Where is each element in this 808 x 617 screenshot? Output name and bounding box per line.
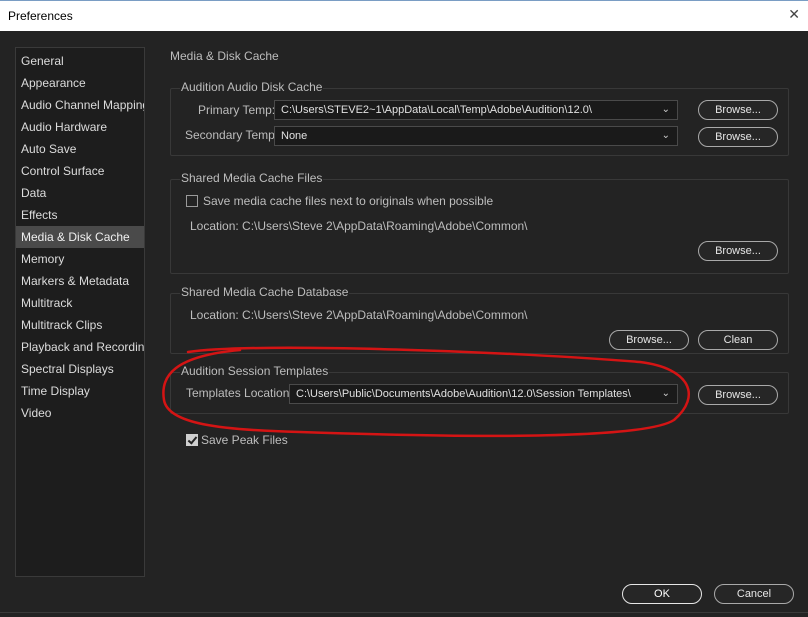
sidebar-item-general[interactable]: General bbox=[16, 50, 144, 72]
sidebar-item-effects[interactable]: Effects bbox=[16, 204, 144, 226]
sidebar-item-spectral-displays[interactable]: Spectral Displays bbox=[16, 358, 144, 380]
sidebar-item-multitrack-clips[interactable]: Multitrack Clips bbox=[16, 314, 144, 336]
sidebar-item-data[interactable]: Data bbox=[16, 182, 144, 204]
sidebar-item-playback-recording[interactable]: Playback and Recording bbox=[16, 336, 144, 358]
ok-button[interactable]: OK bbox=[622, 584, 702, 604]
sidebar-item-time-display[interactable]: Time Display bbox=[16, 380, 144, 402]
chevron-down-icon: ⌄ bbox=[661, 388, 670, 399]
close-icon[interactable]: ✕ bbox=[788, 7, 800, 21]
secondary-browse-button[interactable]: Browse... bbox=[698, 127, 778, 147]
templates-location-dropdown[interactable]: C:\Users\Public\Documents\Adobe\Audition… bbox=[289, 384, 678, 404]
sidebar-item-audio-hardware[interactable]: Audio Hardware bbox=[16, 116, 144, 138]
shared-files-location: Location: C:\Users\Steve 2\AppData\Roami… bbox=[190, 219, 528, 233]
sidebar-item-multitrack[interactable]: Multitrack bbox=[16, 292, 144, 314]
window-title: Preferences bbox=[8, 9, 73, 23]
sidebar-item-auto-save[interactable]: Auto Save bbox=[16, 138, 144, 160]
disk-cache-title: Audition Audio Disk Cache bbox=[180, 80, 324, 94]
shared-db-title: Shared Media Cache Database bbox=[180, 285, 350, 299]
secondary-temp-label: Secondary Temp: bbox=[185, 128, 279, 142]
shared-files-browse-button[interactable]: Browse... bbox=[698, 241, 778, 261]
sidebar-item-markers-metadata[interactable]: Markers & Metadata bbox=[16, 270, 144, 292]
secondary-temp-dropdown[interactable]: None ⌄ bbox=[274, 126, 678, 146]
shared-files-title: Shared Media Cache Files bbox=[180, 171, 324, 185]
shared-cache-database-group: Shared Media Cache Database Location: C:… bbox=[170, 285, 789, 354]
sidebar-item-audio-channel-mapping[interactable]: Audio Channel Mapping bbox=[16, 94, 144, 116]
save-peak-files-label: Save Peak Files bbox=[201, 433, 288, 447]
primary-browse-button[interactable]: Browse... bbox=[698, 100, 778, 120]
templates-browse-button[interactable]: Browse... bbox=[698, 385, 778, 405]
title-bar: Preferences ✕ bbox=[0, 0, 808, 31]
save-peak-files-checkbox[interactable] bbox=[186, 434, 198, 446]
sidebar: General Appearance Audio Channel Mapping… bbox=[15, 47, 145, 577]
templates-location-label: Templates Location: bbox=[186, 386, 293, 400]
cancel-button[interactable]: Cancel bbox=[714, 584, 794, 604]
primary-temp-value: C:\Users\STEVE2~1\AppData\Local\Temp\Ado… bbox=[281, 104, 592, 116]
shared-db-browse-button[interactable]: Browse... bbox=[609, 330, 689, 350]
session-templates-group: Audition Session Templates Templates Loc… bbox=[170, 364, 789, 414]
templates-location-value: C:\Users\Public\Documents\Adobe\Audition… bbox=[296, 388, 631, 400]
sidebar-item-appearance[interactable]: Appearance bbox=[16, 72, 144, 94]
save-cache-next-to-originals-checkbox[interactable] bbox=[186, 195, 198, 207]
clean-button[interactable]: Clean bbox=[698, 330, 778, 350]
save-cache-next-to-originals-label: Save media cache files next to originals… bbox=[203, 194, 494, 208]
primary-temp-label: Primary Temp: bbox=[198, 103, 276, 117]
session-templates-title: Audition Session Templates bbox=[180, 364, 330, 378]
sidebar-item-memory[interactable]: Memory bbox=[16, 248, 144, 270]
sidebar-item-video[interactable]: Video bbox=[16, 402, 144, 424]
shared-db-location: Location: C:\Users\Steve 2\AppData\Roami… bbox=[190, 308, 528, 322]
chevron-down-icon: ⌄ bbox=[661, 104, 670, 115]
disk-cache-group: Audition Audio Disk Cache Primary Temp: … bbox=[170, 80, 789, 156]
sidebar-item-media-disk-cache[interactable]: Media & Disk Cache bbox=[16, 226, 144, 248]
secondary-temp-value: None bbox=[281, 130, 308, 142]
shared-cache-files-group: Shared Media Cache Files Save media cach… bbox=[170, 171, 789, 274]
chevron-down-icon: ⌄ bbox=[661, 130, 670, 141]
sidebar-item-control-surface[interactable]: Control Surface bbox=[16, 160, 144, 182]
page-title: Media & Disk Cache bbox=[170, 49, 279, 63]
primary-temp-dropdown[interactable]: C:\Users\STEVE2~1\AppData\Local\Temp\Ado… bbox=[274, 100, 678, 120]
bottom-divider bbox=[0, 612, 808, 613]
